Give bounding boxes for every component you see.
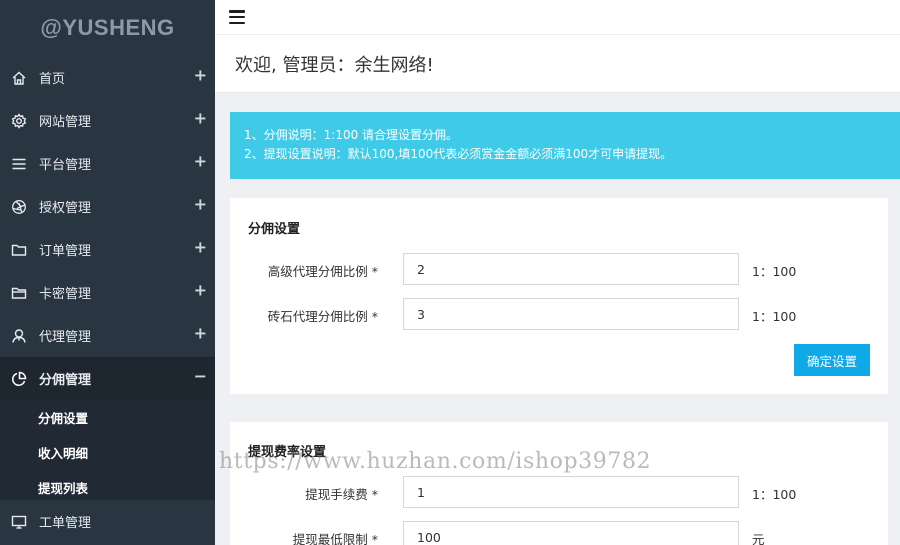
pie-chart-icon xyxy=(10,370,28,388)
sidebar-item-platform[interactable]: 平台管理 + xyxy=(0,142,215,185)
submenu-item-commission-settings[interactable]: 分佣设置 xyxy=(0,400,215,435)
form-row-senior-agent: 高级代理分佣比例 * 2 1：100 xyxy=(230,253,888,285)
expand-icon[interactable]: + xyxy=(194,280,207,299)
aperture-icon xyxy=(10,198,28,216)
submenu-commission: 分佣设置 收入明细 提现列表 xyxy=(0,400,215,505)
commission-settings-card: 分佣设置 高级代理分佣比例 * 2 1：100 砖石代理分佣比例 * 3 1：1… xyxy=(230,198,888,394)
field-label: 提现手续费 * xyxy=(305,487,378,502)
sidebar-item-label: 授权管理 xyxy=(39,201,92,216)
senior-agent-ratio-input[interactable]: 2 xyxy=(403,253,739,285)
logo: @YUSHENG xyxy=(40,15,175,40)
menu-toggle-icon[interactable] xyxy=(229,10,245,24)
form-row-withdraw-min: 提现最低限制 * 100 元 xyxy=(230,521,888,545)
sidebar-item-label: 订单管理 xyxy=(39,244,92,259)
expand-icon[interactable]: + xyxy=(194,194,207,213)
sidebar: @YUSHENG 首页 + 网站管理 + 平台管理 + 授权管理 + 订单管理 … xyxy=(0,0,215,545)
welcome-text: 欢迎, 管理员：余生网络! xyxy=(235,54,434,76)
collapse-icon[interactable]: − xyxy=(194,366,207,385)
sidebar-item-cards[interactable]: 卡密管理 + xyxy=(0,271,215,314)
folder-icon xyxy=(10,241,28,259)
expand-icon[interactable]: + xyxy=(194,323,207,342)
field-suffix: 1：100 xyxy=(752,264,797,279)
submenu-item-income-details[interactable]: 收入明细 xyxy=(0,435,215,470)
sidebar-item-orders[interactable]: 订单管理 + xyxy=(0,228,215,271)
sidebar-menu: 首页 + 网站管理 + 平台管理 + 授权管理 + 订单管理 + 卡密管理 + … xyxy=(0,56,215,400)
withdraw-min-input[interactable]: 100 xyxy=(403,521,739,545)
user-icon xyxy=(10,327,28,345)
card-title: 提现费率设置 xyxy=(248,445,327,460)
field-label: 提现最低限制 * xyxy=(292,532,378,545)
info-alert: 1、分佣说明：1:100 请合理设置分佣。 2、提现设置说明：默认100,填10… xyxy=(230,112,900,179)
form-row-diamond-agent: 砖石代理分佣比例 * 3 1：100 xyxy=(230,298,888,330)
expand-icon[interactable]: + xyxy=(194,65,207,84)
sidebar-item-site[interactable]: 网站管理 + xyxy=(0,99,215,142)
sidebar-item-agents[interactable]: 代理管理 + xyxy=(0,314,215,357)
sidebar-item-label: 代理管理 xyxy=(39,330,92,345)
expand-icon[interactable]: + xyxy=(194,237,207,256)
field-suffix: 元 xyxy=(752,532,765,545)
field-label: 高级代理分佣比例 * xyxy=(267,264,378,279)
alert-line-2: 2、提现设置说明：默认100,填100代表必须赏金金额必须满100才可申请提现。 xyxy=(244,147,673,161)
monitor-icon xyxy=(10,513,28,531)
sidebar-menu-after: 工单管理 xyxy=(0,500,215,543)
gear-icon xyxy=(10,112,28,130)
field-suffix: 1：100 xyxy=(752,309,797,324)
main-content: 欢迎, 管理员：余生网络! 1、分佣说明：1:100 请合理设置分佣。 2、提现… xyxy=(215,0,900,545)
confirm-settings-button[interactable]: 确定设置 xyxy=(794,344,870,376)
sidebar-item-label: 工单管理 xyxy=(39,516,92,531)
topbar xyxy=(215,0,900,35)
expand-icon[interactable]: + xyxy=(194,151,207,170)
form-row-withdraw-fee: 提现手续费 * 1 1：100 xyxy=(230,476,888,508)
sidebar-item-tickets[interactable]: 工单管理 xyxy=(0,500,215,543)
field-label: 砖石代理分佣比例 * xyxy=(267,309,378,324)
diamond-agent-ratio-input[interactable]: 3 xyxy=(403,298,739,330)
sidebar-item-label: 分佣管理 xyxy=(39,373,92,388)
card-title: 分佣设置 xyxy=(248,222,301,237)
home-icon xyxy=(10,69,28,87)
list-icon xyxy=(10,155,28,173)
alert-line-1: 1、分佣说明：1:100 请合理设置分佣。 xyxy=(244,128,459,142)
page-header: 欢迎, 管理员：余生网络! xyxy=(215,35,900,93)
withdraw-fee-card: 提现费率设置 提现手续费 * 1 1：100 提现最低限制 * 100 元 xyxy=(230,422,888,545)
sidebar-item-label: 首页 xyxy=(39,72,66,87)
sidebar-item-commission[interactable]: 分佣管理 − xyxy=(0,357,215,400)
sidebar-item-home[interactable]: 首页 + xyxy=(0,56,215,99)
sidebar-item-label: 卡密管理 xyxy=(39,287,92,302)
expand-icon[interactable]: + xyxy=(194,108,207,127)
field-suffix: 1：100 xyxy=(752,487,797,502)
sidebar-item-auth[interactable]: 授权管理 + xyxy=(0,185,215,228)
sidebar-item-label: 平台管理 xyxy=(39,158,92,173)
sidebar-item-label: 网站管理 xyxy=(39,115,92,130)
withdraw-fee-input[interactable]: 1 xyxy=(403,476,739,508)
folder-outline-icon xyxy=(10,284,28,302)
